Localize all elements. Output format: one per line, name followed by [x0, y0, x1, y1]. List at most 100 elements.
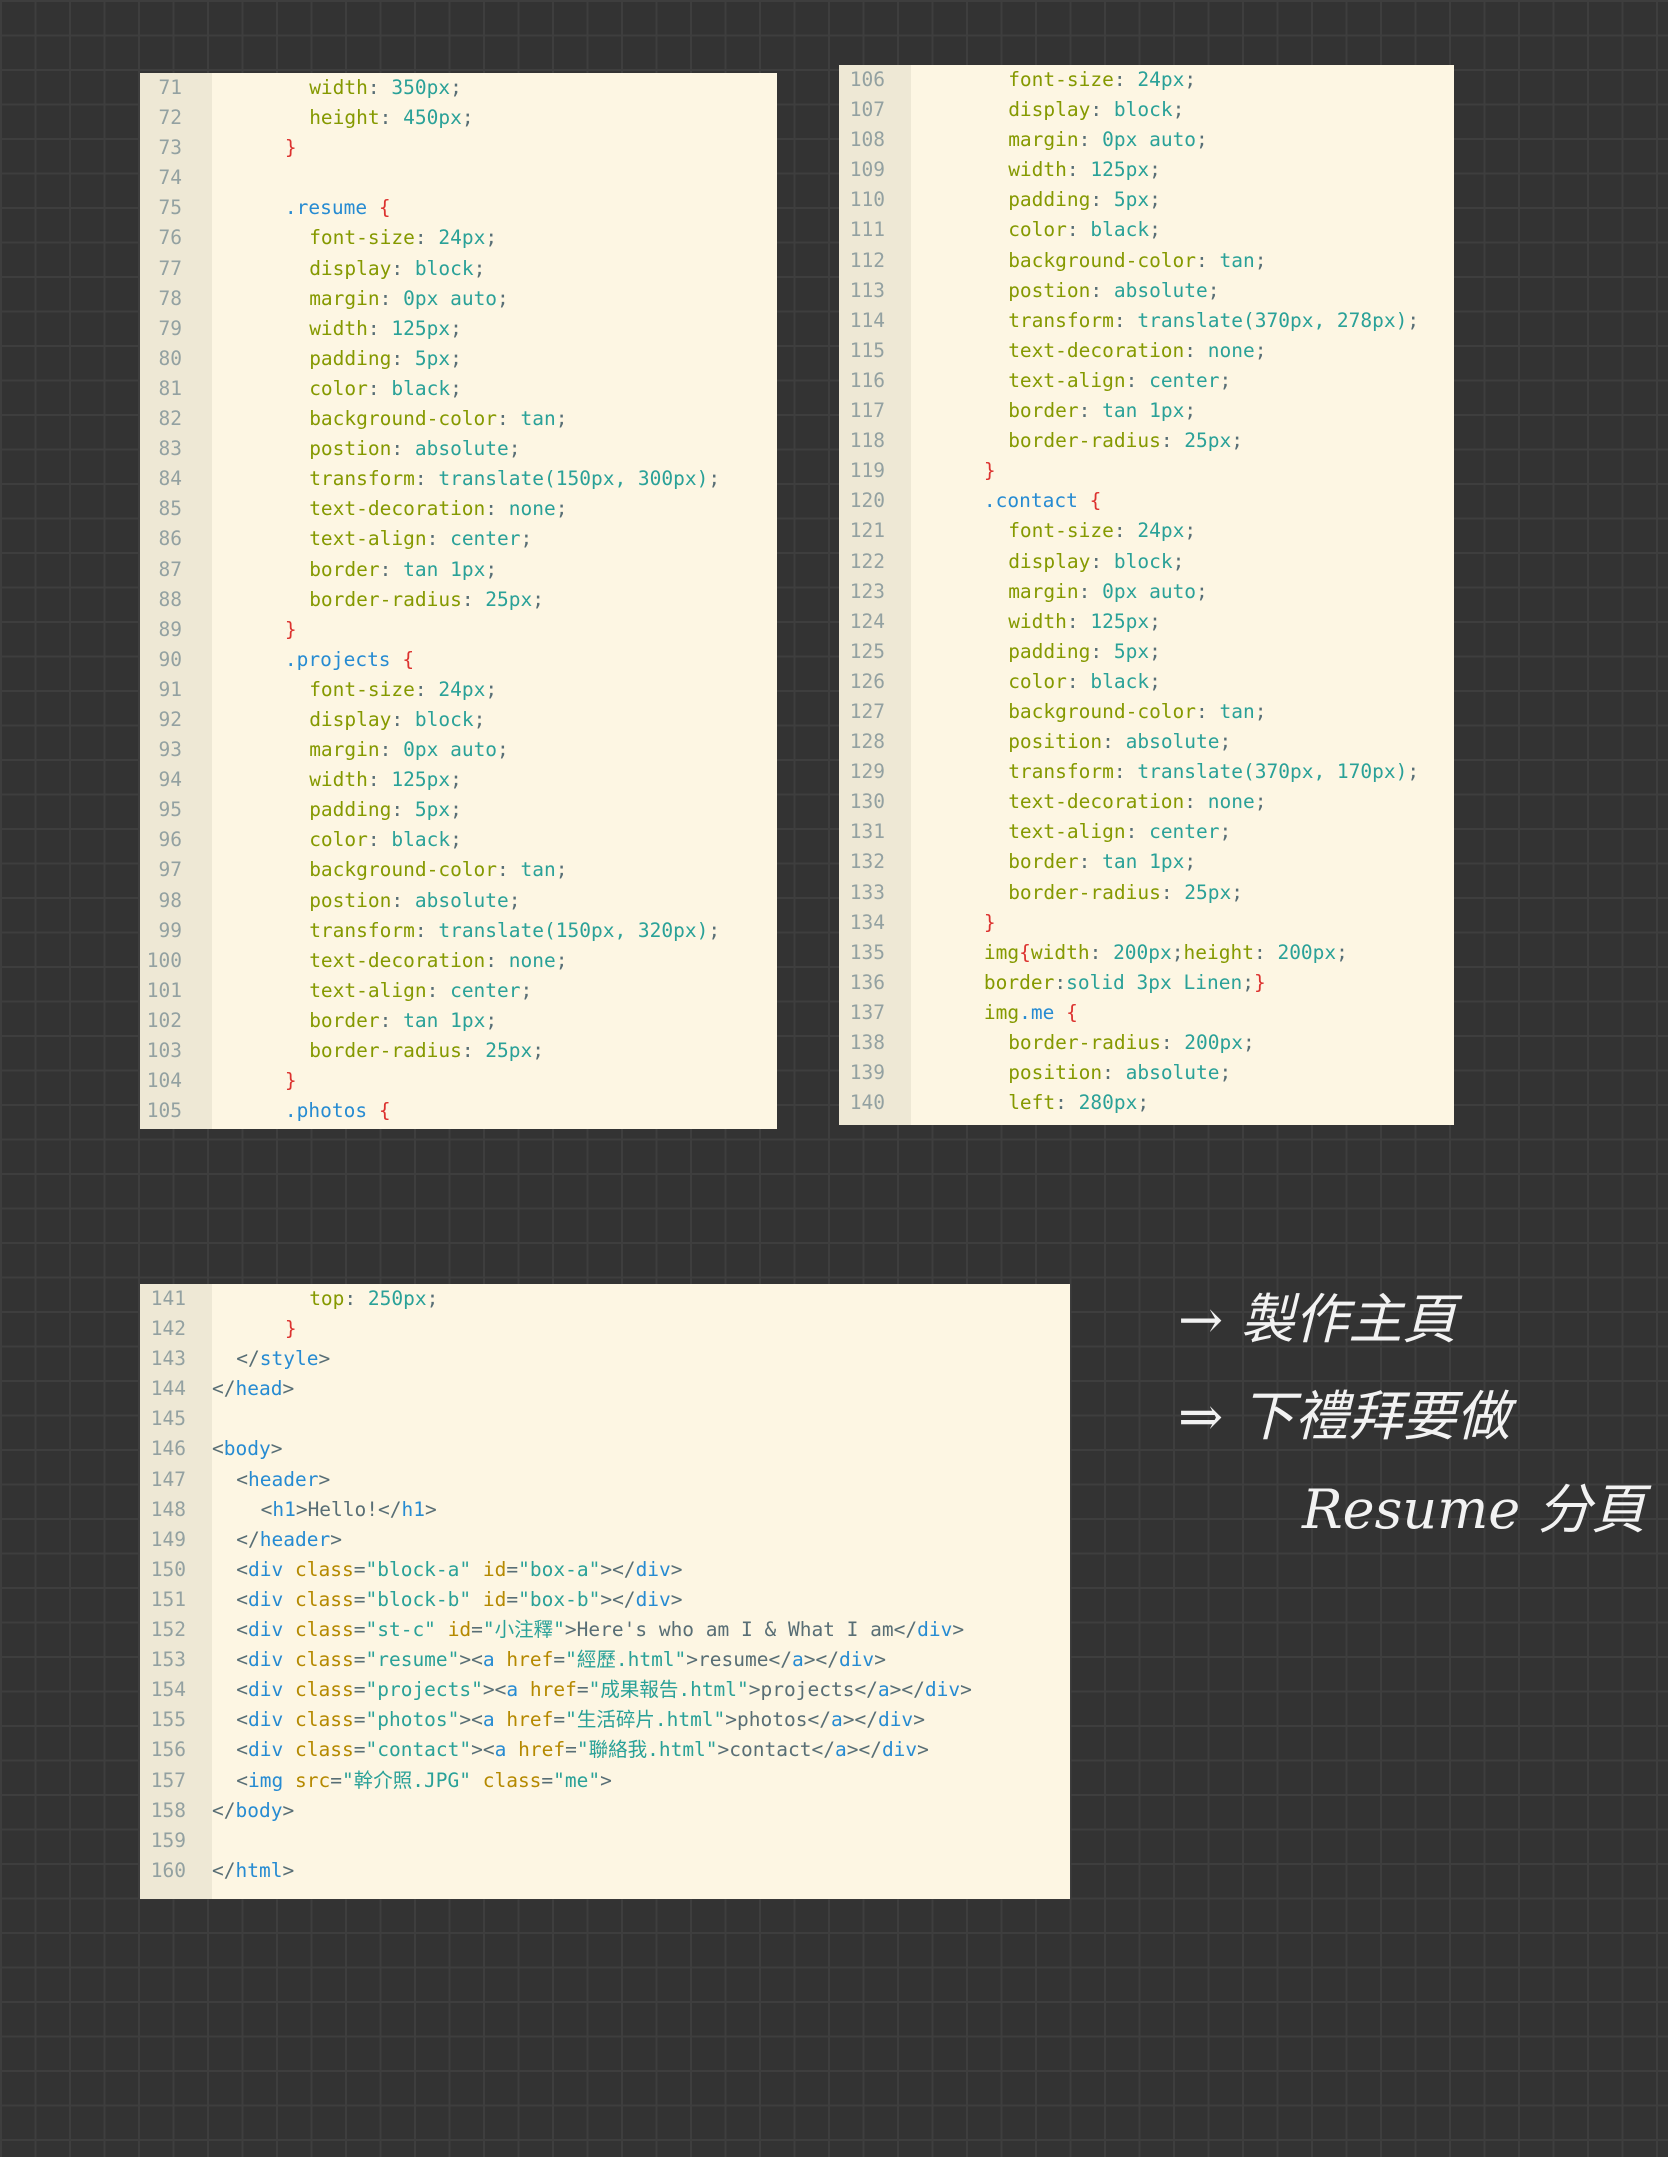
code-line[interactable]: 84 transform: translate(150px, 300px);: [140, 464, 777, 494]
code-line[interactable]: 96 color: black;: [140, 825, 777, 855]
code-token: ;: [485, 677, 498, 701]
code-line[interactable]: 117 border: tan 1px;: [839, 396, 1454, 426]
code-line[interactable]: 100 text-decoration: none;: [140, 946, 777, 976]
code-line[interactable]: 136 border:solid 3px Linen;}: [839, 968, 1454, 998]
code-line[interactable]: 158 </body>: [140, 1796, 1070, 1826]
code-line[interactable]: 124 width: 125px;: [839, 607, 1454, 637]
line-number: 82: [158, 407, 182, 431]
code-line[interactable]: 111 color: black;: [839, 215, 1454, 245]
code-line[interactable]: 110 padding: 5px;: [839, 185, 1454, 215]
code-line[interactable]: 116 text-align: center;: [839, 366, 1454, 396]
code-line[interactable]: 120 .contact {: [839, 486, 1454, 516]
code-line[interactable]: 91 font-size: 24px;: [140, 675, 777, 705]
code-line[interactable]: 108 margin: 0px auto;: [839, 125, 1454, 155]
code-line[interactable]: 119}: [839, 456, 1454, 486]
code-area[interactable]: 106 font-size: 24px; 107 display: block; 108…: [839, 65, 1454, 1118]
code-line[interactable]: 79 width: 125px;: [140, 314, 777, 344]
code-line[interactable]: 126 color: black;: [839, 667, 1454, 697]
code-line[interactable]: 101 text-align: center;: [140, 976, 777, 1006]
code-line[interactable]: 144 </head>: [140, 1374, 1070, 1404]
code-line[interactable]: 106 font-size: 24px;: [839, 65, 1454, 95]
code-line[interactable]: 147 <header>: [140, 1465, 1070, 1495]
code-line[interactable]: 114 transform: translate(370px, 278px);: [839, 306, 1454, 336]
code-line[interactable]: 86 text-align: center;: [140, 524, 777, 554]
code-line[interactable]: 87 border: tan 1px;: [140, 555, 777, 585]
code-line[interactable]: 128 position: absolute;: [839, 727, 1454, 757]
code-line[interactable]: 112 background-color: tan;: [839, 246, 1454, 276]
code-line[interactable]: 137 img.me {: [839, 998, 1454, 1028]
code-line[interactable]: 78 margin: 0px auto;: [140, 284, 777, 314]
code-line[interactable]: 76 font-size: 24px;: [140, 223, 777, 253]
code-line[interactable]: 123 margin: 0px auto;: [839, 577, 1454, 607]
code-line[interactable]: 99 transform: translate(150px, 320px);: [140, 916, 777, 946]
code-line[interactable]: 109 width: 125px;: [839, 155, 1454, 185]
code-line[interactable]: 88 border-radius: 25px;: [140, 585, 777, 615]
code-line[interactable]: 72 height: 450px;: [140, 103, 777, 133]
code-line[interactable]: 94 width: 125px;: [140, 765, 777, 795]
code-line[interactable]: 142}: [140, 1314, 1070, 1344]
code-line[interactable]: 132 border: tan 1px;: [839, 847, 1454, 877]
code-line[interactable]: 85 text-decoration: none;: [140, 494, 777, 524]
code-line[interactable]: 74: [140, 163, 777, 193]
code-token: :: [379, 1008, 404, 1032]
code-line[interactable]: 141 top: 250px;: [140, 1284, 1070, 1314]
code-line[interactable]: 89}: [140, 615, 777, 645]
code-line[interactable]: 131 text-align: center;: [839, 817, 1454, 847]
code-line[interactable]: 148 <h1>Hello!</h1>: [140, 1495, 1070, 1525]
code-line[interactable]: 73}: [140, 133, 777, 163]
code-line[interactable]: 134}: [839, 908, 1454, 938]
code-line[interactable]: 140 left: 280px;: [839, 1088, 1454, 1118]
code-line[interactable]: 105 .photos {: [140, 1096, 777, 1126]
code-line[interactable]: 143 </style>: [140, 1344, 1070, 1374]
code-line[interactable]: 130 text-decoration: none;: [839, 787, 1454, 817]
code-line[interactable]: 107 display: block;: [839, 95, 1454, 125]
code-line[interactable]: 90 .projects {: [140, 645, 777, 675]
code-area[interactable]: 141 top: 250px; 142} 143 </style> 144 </head> 1…: [140, 1284, 1070, 1886]
code-line[interactable]: 133 border-radius: 25px;: [839, 878, 1454, 908]
code-line[interactable]: 103 border-radius: 25px;: [140, 1036, 777, 1066]
code-line[interactable]: 121 font-size: 24px;: [839, 516, 1454, 546]
code-line[interactable]: 125 padding: 5px;: [839, 637, 1454, 667]
code-line[interactable]: 135 img{width: 200px;height: 200px;: [839, 938, 1454, 968]
code-line[interactable]: 92 display: block;: [140, 705, 777, 735]
code-line[interactable]: 138 border-radius: 200px;: [839, 1028, 1454, 1058]
code-line[interactable]: 159: [140, 1826, 1070, 1856]
code-line[interactable]: 118 border-radius: 25px;: [839, 426, 1454, 456]
code-line[interactable]: 146 <body>: [140, 1434, 1070, 1464]
code-line[interactable]: 75 .resume {: [140, 193, 777, 223]
code-panel-bottom[interactable]: 141 top: 250px; 142} 143 </style> 144 </head> 1…: [140, 1284, 1070, 1899]
code-line[interactable]: 154 <div class="projects"><a href="成果報告.h…: [140, 1675, 1070, 1705]
code-line[interactable]: 155 <div class="photos"><a href="生活碎片.htm…: [140, 1705, 1070, 1735]
code-line[interactable]: 152 <div class="st-c" id="小注釋">Here's who…: [140, 1615, 1070, 1645]
code-line[interactable]: 129 transform: translate(370px, 170px);: [839, 757, 1454, 787]
code-line[interactable]: 80 padding: 5px;: [140, 344, 777, 374]
code-line[interactable]: 153 <div class="resume"><a href="經歷.html"…: [140, 1645, 1070, 1675]
code-line[interactable]: 71 width: 350px;: [140, 73, 777, 103]
code-line[interactable]: 122 display: block;: [839, 547, 1454, 577]
code-line[interactable]: 81 color: black;: [140, 374, 777, 404]
code-line[interactable]: 95 padding: 5px;: [140, 795, 777, 825]
code-panel-top-left[interactable]: 71 width: 350px; 72 height: 450px; 73} 74 75 .r…: [140, 73, 777, 1129]
code-line[interactable]: 102 border: tan 1px;: [140, 1006, 777, 1036]
code-line[interactable]: 149 </header>: [140, 1525, 1070, 1555]
code-line[interactable]: 115 text-decoration: none;: [839, 336, 1454, 366]
code-token: ;: [520, 978, 533, 1002]
code-line[interactable]: 113 postion: absolute;: [839, 276, 1454, 306]
code-line[interactable]: 139 position: absolute;: [839, 1058, 1454, 1088]
code-line[interactable]: 151 <div class="block-b" id="box-b"></div…: [140, 1585, 1070, 1615]
code-line[interactable]: 127 background-color: tan;: [839, 697, 1454, 727]
code-line[interactable]: 97 background-color: tan;: [140, 855, 777, 885]
code-line[interactable]: 150 <div class="block-a" id="box-a"></div…: [140, 1555, 1070, 1585]
code-line[interactable]: 145: [140, 1404, 1070, 1434]
code-line[interactable]: 98 postion: absolute;: [140, 886, 777, 916]
code-line[interactable]: 104}: [140, 1066, 777, 1096]
code-panel-top-right[interactable]: 106 font-size: 24px; 107 display: block; 108…: [839, 65, 1454, 1125]
code-line[interactable]: 93 margin: 0px auto;: [140, 735, 777, 765]
code-line[interactable]: 77 display: block;: [140, 254, 777, 284]
code-line[interactable]: 160 </html>: [140, 1856, 1070, 1886]
code-line[interactable]: 157 <img src="幹介照.JPG" class="me">: [140, 1766, 1070, 1796]
code-area[interactable]: 71 width: 350px; 72 height: 450px; 73} 74 75 .r…: [140, 73, 777, 1126]
code-line[interactable]: 83 postion: absolute;: [140, 434, 777, 464]
code-line[interactable]: 82 background-color: tan;: [140, 404, 777, 434]
code-line[interactable]: 156 <div class="contact"><a href="聯絡我.htm…: [140, 1735, 1070, 1765]
